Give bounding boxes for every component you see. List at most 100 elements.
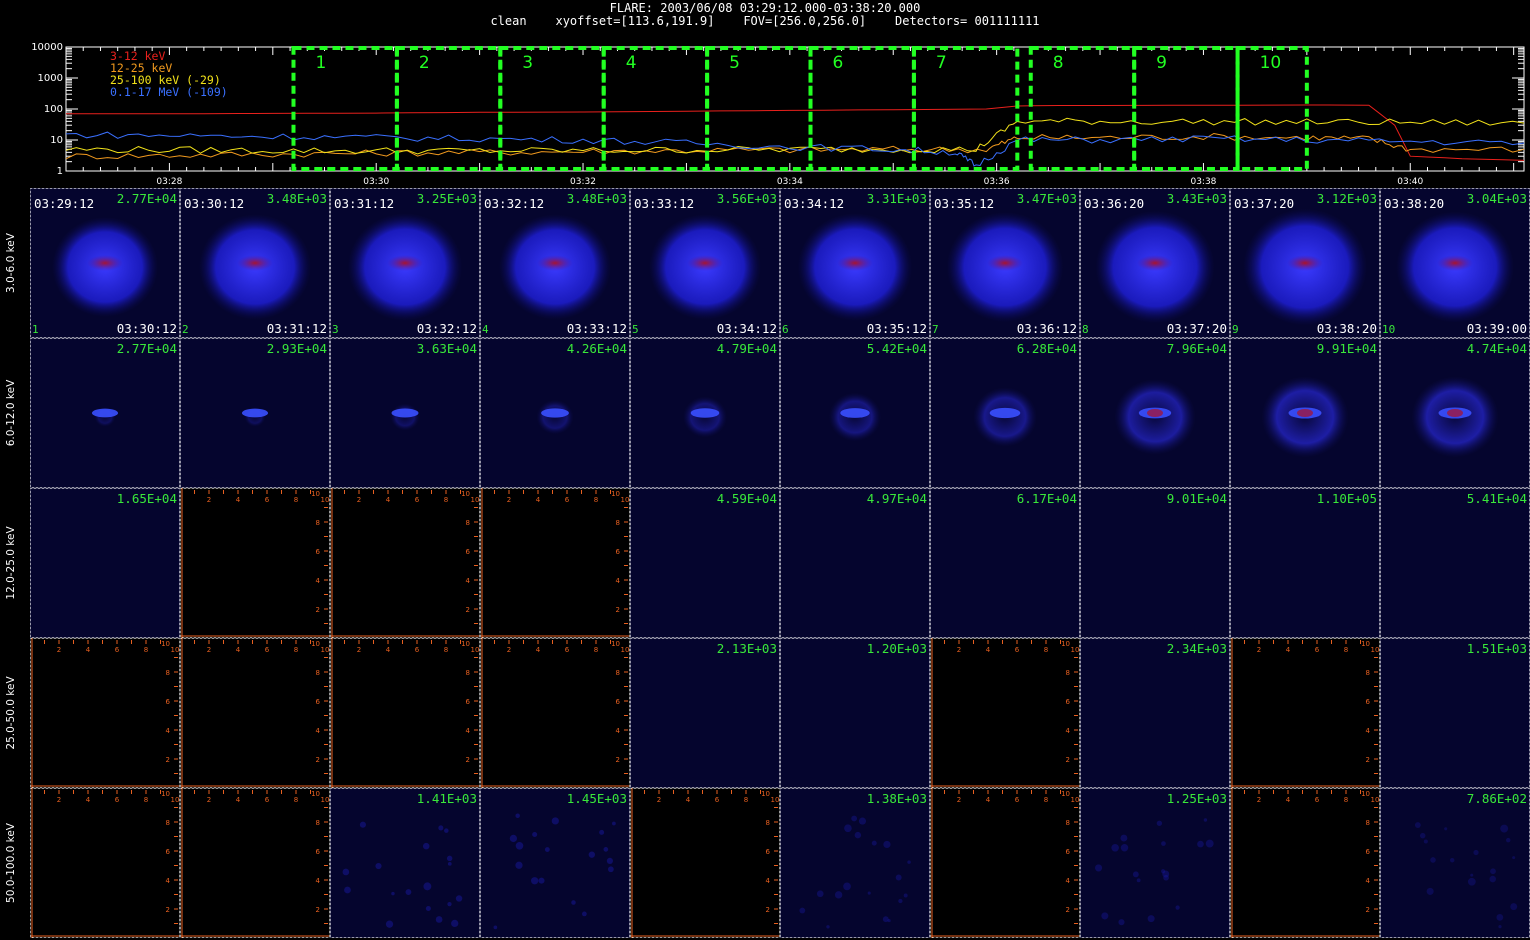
panel-background (330, 788, 480, 938)
empty-axis-label: 10 (1061, 790, 1070, 798)
panel-start-time: 03:29:12 (34, 196, 94, 211)
panel-end-time: 03:38:20 (1317, 321, 1377, 336)
noise-blob (883, 840, 891, 849)
empty-axis-label: 6 (316, 698, 321, 706)
empty-axis-label: 10 (1061, 640, 1070, 648)
empty-axis-label: 10 (1071, 646, 1080, 654)
panel-start-time: 03:32:12 (484, 196, 544, 211)
image-panel: 2 2 4 4 6 6 8 8 1010 (1230, 638, 1380, 788)
empty-axis-label: 2 (466, 606, 470, 614)
noise-blob (1161, 869, 1166, 874)
empty-axis-label: 4 (86, 646, 91, 654)
empty-axis-label: 6 (766, 848, 771, 856)
image-panel: 9.91E+04 (1230, 338, 1380, 488)
source-core (387, 255, 423, 271)
panel-background (180, 788, 330, 938)
noise-blob (1161, 841, 1166, 846)
noise-blob (531, 877, 539, 885)
empty-axis-label: 2 (766, 906, 770, 914)
empty-axis-label: 4 (316, 577, 321, 585)
noise-blob (895, 874, 902, 881)
empty-axis-label: 4 (236, 496, 241, 504)
empty-axis-label: 6 (415, 496, 420, 504)
empty-axis-label: 8 (316, 819, 320, 827)
empty-axis-label: 4 (166, 727, 171, 735)
noise-blob (423, 882, 432, 891)
image-panel: 2 2 4 4 6 6 8 8 1010 (180, 488, 330, 638)
noise-blob (515, 841, 524, 850)
panel-background (630, 638, 780, 788)
image-panel: 2.77E+04 03:29:12 03:30:12 1 (30, 188, 180, 338)
empty-axis-label: 6 (466, 548, 471, 556)
image-panel: 2 2 4 4 6 6 8 8 1010 (330, 488, 480, 638)
image-cube-grid: 3.0-6.0 keV 2.77E+04 03:29:12 03:30:12 1 3.48… (5, 188, 1530, 938)
empty-axis-label: 10 (461, 640, 470, 648)
empty-axis-label: 10 (611, 640, 620, 648)
empty-axis-label: 10 (161, 640, 170, 648)
energy-band-label: 12.0-25.0 keV (5, 526, 17, 600)
noise-blob (867, 891, 871, 895)
image-panel: 3.43E+03 03:36:20 03:37:20 8 (1080, 188, 1230, 338)
empty-axis-label: 2 (1366, 756, 1370, 764)
empty-axis-label: 10 (171, 796, 180, 804)
empty-axis-label: 6 (166, 848, 171, 856)
empty-axis-label: 8 (1344, 646, 1348, 654)
noise-blob (447, 902, 452, 907)
empty-axis-label: 6 (316, 848, 321, 856)
empty-axis-label: 2 (957, 646, 961, 654)
noise-blob (854, 831, 862, 839)
empty-axis-label: 8 (616, 519, 620, 527)
panel-background (930, 638, 1080, 788)
empty-axis-label: 10 (621, 496, 630, 504)
empty-axis-label: 2 (57, 646, 61, 654)
image-panel: 2.13E+03 (630, 638, 780, 788)
noise-blob (1094, 864, 1103, 872)
empty-axis-label: 10 (311, 640, 320, 648)
noise-blob (858, 817, 867, 825)
panel-max-value: 2.77E+04 (117, 191, 177, 206)
panel-max-value: 3.04E+03 (1467, 191, 1527, 206)
panel-start-time: 03:30:12 (184, 196, 244, 211)
panel-max-value: 3.47E+03 (1017, 191, 1077, 206)
noise-blob (1510, 903, 1518, 911)
empty-axis-label: 6 (1366, 698, 1371, 706)
noise-blob (1120, 843, 1129, 852)
panel-max-value: 6.28E+04 (1017, 341, 1077, 356)
empty-axis-label: 2 (316, 906, 320, 914)
panel-end-time: 03:35:12 (867, 321, 927, 336)
noise-blob (1132, 871, 1139, 878)
image-panel: 5.42E+04 (780, 338, 930, 488)
noise-blob (1136, 878, 1141, 883)
empty-axis-label: 6 (166, 698, 171, 706)
noise-blob (1414, 822, 1421, 828)
noise-blob (871, 840, 877, 846)
panel-start-time: 03:31:12 (334, 196, 394, 211)
source-core (1287, 255, 1323, 271)
panel-max-value: 4.26E+04 (567, 341, 627, 356)
image-panel: 2.93E+04 (180, 338, 330, 488)
panel-background (30, 638, 180, 788)
noise-blob (844, 824, 852, 833)
panel-max-value: 1.25E+03 (1167, 791, 1227, 806)
panel-background (1080, 488, 1230, 638)
empty-axis-label: 2 (657, 796, 661, 804)
noise-blob (826, 925, 830, 929)
empty-axis-label: 8 (1366, 819, 1370, 827)
empty-axis-label: 6 (265, 646, 270, 654)
empty-axis-label: 8 (744, 796, 748, 804)
panel-max-value: 4.74E+04 (1467, 341, 1527, 356)
empty-axis-label: 8 (316, 669, 320, 677)
panel-start-time: 03:35:12 (934, 196, 994, 211)
image-panel: 3.48E+03 03:30:12 03:31:12 2 (180, 188, 330, 338)
panel-start-time: 03:34:12 (784, 196, 844, 211)
panel-background (1230, 788, 1380, 938)
image-panel: 2 2 4 4 6 6 8 8 1010 (930, 638, 1080, 788)
empty-axis-label: 4 (686, 796, 691, 804)
noise-blob (1512, 856, 1516, 860)
panel-max-value: 7.86E+02 (1467, 791, 1527, 806)
empty-axis-label: 8 (594, 496, 598, 504)
image-panel: 2 2 4 4 6 6 8 8 1010 (1230, 788, 1380, 938)
noise-blob (1118, 919, 1125, 926)
empty-axis-label: 6 (1315, 796, 1320, 804)
empty-axis-label: 6 (1315, 646, 1320, 654)
